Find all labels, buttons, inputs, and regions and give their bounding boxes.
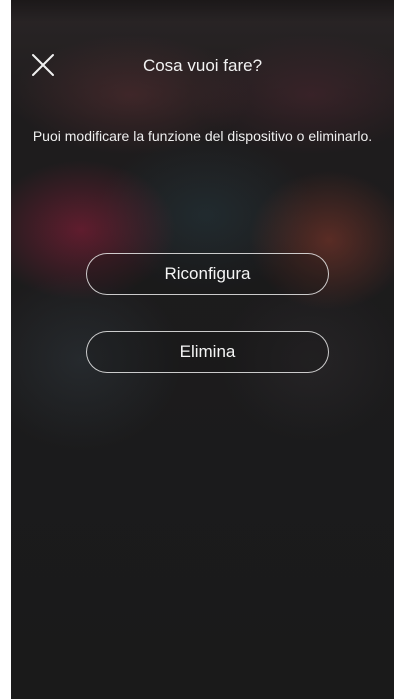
close-button[interactable] <box>31 53 55 77</box>
delete-button[interactable]: Elimina <box>86 331 329 373</box>
status-bar-area <box>11 0 394 22</box>
description-text: Puoi modificare la funzione del disposit… <box>32 128 373 144</box>
reconfigure-button[interactable]: Riconfigura <box>86 253 329 295</box>
dialog-screen: Cosa vuoi fare? Puoi modificare la funzi… <box>11 0 394 699</box>
page-title: Cosa vuoi fare? <box>142 56 263 75</box>
close-icon <box>32 54 54 76</box>
